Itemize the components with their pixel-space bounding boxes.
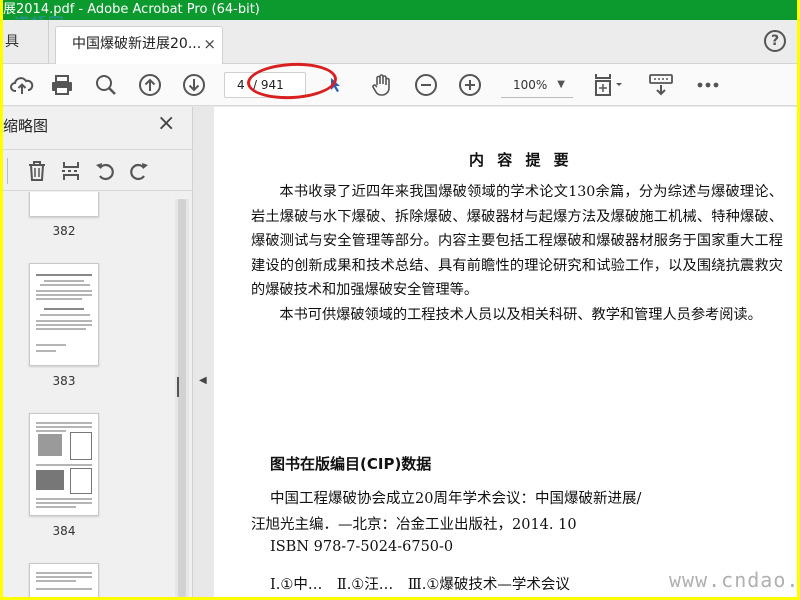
rotate-right-icon[interactable] <box>125 150 153 192</box>
page-heading: 内 容 提 要 <box>469 151 573 169</box>
summary-paragraph: 本书收录了近四年来我国爆破领域的学术论文130余篇，分为综述与爆破理论、岩土爆破… <box>251 184 783 298</box>
close-panel-icon[interactable]: × <box>157 111 175 136</box>
thumbnail-list: 382 383 384 <box>3 192 183 597</box>
print-icon[interactable] <box>47 64 77 106</box>
collapse-panel-icon[interactable]: ◀ <box>199 375 207 386</box>
cip-line: 汪旭光主编．—北京：冶金工业出版社，2014. 10 <box>251 517 577 533</box>
upload-cloud-icon[interactable] <box>7 64 37 106</box>
toolbar: 4 / 941 100% ▼ <box>3 64 797 106</box>
title-bar: 展2014.pdf - Adobe Acrobat Pro (64-bit) <box>3 0 797 20</box>
thumbnail-label: 384 <box>52 524 76 538</box>
help-icon[interactable]: ? <box>764 30 786 52</box>
next-page-icon[interactable] <box>179 64 209 106</box>
more-options-icon[interactable] <box>693 64 723 106</box>
chevron-down-icon: ▼ <box>557 79 565 90</box>
tab-tools[interactable]: 具 <box>3 20 49 64</box>
thumbnail-label: 383 <box>52 374 76 388</box>
thumbnail-scrollbar[interactable] <box>175 199 189 597</box>
search-icon[interactable] <box>91 64 121 106</box>
tab-close-icon[interactable]: × <box>203 27 216 61</box>
page-thumbnail-382[interactable] <box>29 192 99 217</box>
thumbnail-label: 382 <box>52 224 76 238</box>
cip-line: Ⅰ.①中… Ⅱ.①汪… Ⅲ.①爆破技术—学术会议 <box>270 577 570 593</box>
previous-page-icon[interactable] <box>135 64 165 106</box>
current-page-number[interactable]: 4 <box>237 73 245 97</box>
page-thumbnail-383[interactable] <box>29 263 99 366</box>
hand-tool-icon[interactable] <box>367 64 397 106</box>
rotate-left-icon[interactable] <box>91 150 119 192</box>
tab-document-label: 中国爆破新进展20... <box>72 36 202 52</box>
zoom-level-select[interactable]: 100% ▼ <box>501 72 573 98</box>
splitter-grip[interactable] <box>177 377 179 397</box>
panel-splitter[interactable]: ◀ <box>177 107 213 597</box>
site-watermark-url: www.cndao.com <box>669 568 797 592</box>
delete-page-icon[interactable] <box>23 150 51 192</box>
divider <box>7 158 8 184</box>
zoom-level-value: 100% <box>513 78 548 92</box>
pdf-page: 内 容 提 要 本书收录了近四年来我国爆破领域的学术论文130余篇，分为综述与爆… <box>214 107 797 597</box>
scrollbar-thumb[interactable] <box>178 199 186 597</box>
cip-heading: 图书在版编目(CIP)数据 <box>270 455 432 473</box>
cip-line: ISBN 978-7-5024-6750-0 <box>270 539 454 555</box>
cip-line: 中国工程爆破协会成立20周年学术会议：中国爆破新进展/ <box>270 491 642 507</box>
tab-document[interactable]: 中国爆破新进展20... × <box>55 26 223 64</box>
thumbnails-panel: 缩略图 × 382 383 384 <box>3 107 193 597</box>
keyboard-scroll-icon[interactable] <box>645 64 677 106</box>
acrobat-window: 展2014.pdf - Adobe Acrobat Pro (64-bit) 道… <box>3 0 797 597</box>
page-thumbnail-385[interactable] <box>29 563 99 597</box>
zoom-out-icon[interactable] <box>411 64 441 106</box>
fit-page-icon[interactable] <box>589 64 629 106</box>
audience-paragraph: 本书可供爆破领域的工程技术人员以及相关科研、教学和管理人员参考阅读。 <box>279 307 762 323</box>
zoom-in-icon[interactable] <box>455 64 485 106</box>
panel-toolbar <box>3 149 193 191</box>
tab-bar: 具 中国爆破新进展20... × ? <box>3 20 797 64</box>
split-pages-icon[interactable] <box>57 150 85 192</box>
page-thumbnail-384[interactable] <box>29 413 99 516</box>
panel-title: 缩略图 <box>3 117 49 135</box>
